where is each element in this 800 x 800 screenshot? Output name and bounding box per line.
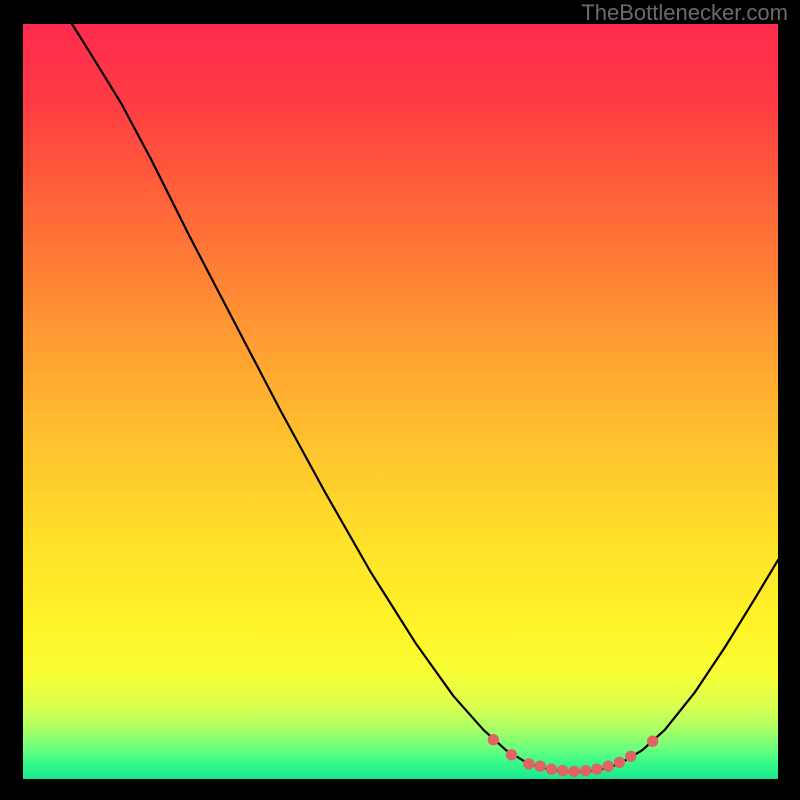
marker-dot <box>568 766 579 777</box>
marker-dot <box>647 736 658 747</box>
plot-background <box>23 24 778 779</box>
watermark-text: TheBottlenecker.com <box>581 0 788 26</box>
marker-dot <box>546 763 557 774</box>
chart-svg <box>0 0 800 800</box>
marker-dot <box>614 757 625 768</box>
marker-dot <box>557 765 568 776</box>
marker-dot <box>506 749 517 760</box>
marker-dot <box>523 758 534 769</box>
marker-dot <box>625 751 636 762</box>
marker-dot <box>580 765 591 776</box>
bottleneck-chart: TheBottlenecker.com <box>0 0 800 800</box>
marker-dot <box>602 760 613 771</box>
marker-dot <box>534 760 545 771</box>
marker-dot <box>591 763 602 774</box>
marker-dot <box>488 734 499 745</box>
